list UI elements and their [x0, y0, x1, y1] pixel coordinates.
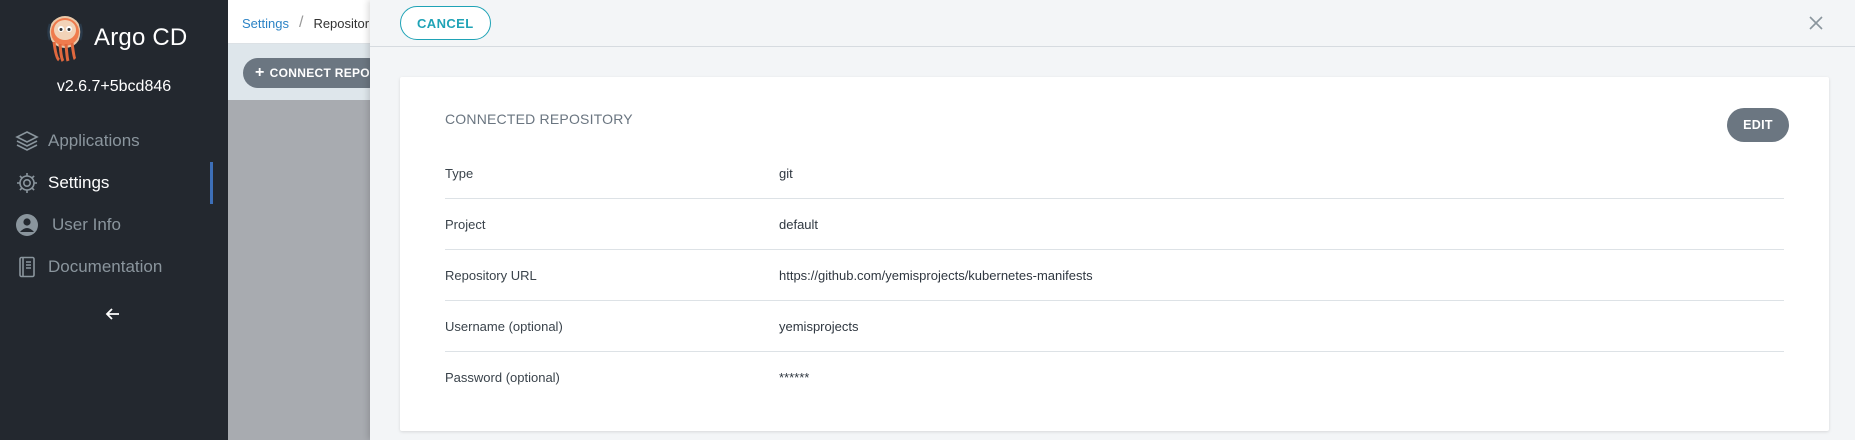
sidebar-item-label: Documentation	[48, 257, 163, 276]
sidebar-item-label: Settings	[48, 173, 110, 192]
connect-repo-button[interactable]: + CONNECT REPO	[243, 58, 384, 88]
field-value: yemisprojects	[779, 318, 859, 334]
breadcrumb-current: Repositor	[313, 15, 370, 31]
field-row-type: Type git	[445, 148, 1784, 199]
field-label: Password (optional)	[445, 370, 560, 385]
sidebar-item-settings[interactable]: Settings	[0, 162, 228, 204]
field-label: Project	[445, 216, 486, 232]
repository-fields: Type git Project default Repository URL …	[445, 148, 1784, 403]
cancel-button[interactable]: CANCEL	[400, 6, 491, 40]
connected-repository-card: CONNECTED REPOSITORY EDIT Type git Proje…	[400, 77, 1829, 431]
field-value: default	[779, 216, 819, 232]
plus-icon: +	[255, 64, 265, 81]
connect-repo-label: CONNECT REPO	[269, 66, 370, 80]
logo[interactable]: Argo CD	[44, 14, 187, 62]
breadcrumb-settings-link[interactable]: Settings	[242, 16, 289, 31]
edit-button[interactable]: EDIT	[1727, 108, 1789, 142]
app-version: v2.6.7+5bcd846	[56, 78, 172, 95]
book-icon	[14, 254, 40, 280]
breadcrumb: Settings / Repositor	[242, 14, 369, 32]
sidebar-nav: Applications Settings User Info Document…	[0, 120, 228, 288]
sidebar-item-label: User Info	[52, 215, 121, 234]
field-value: https://github.com/yemisprojects/kuberne…	[779, 267, 1093, 283]
card-title: CONNECTED REPOSITORY	[445, 111, 633, 127]
collapse-sidebar-button[interactable]	[100, 301, 126, 327]
field-row-project: Project default	[445, 199, 1784, 250]
app-name: Argo CD	[94, 24, 188, 51]
sidebar-item-user-info[interactable]: User Info	[0, 204, 228, 246]
argo-octopus-logo-icon	[47, 16, 83, 62]
sidebar-item-label: Applications	[48, 131, 140, 150]
gear-icon	[14, 170, 40, 196]
field-value: ******	[779, 370, 810, 385]
repository-details-panel: CANCEL CONNECTED REPOSITORY EDIT Type gi…	[370, 0, 1855, 440]
field-label: Username (optional)	[445, 318, 563, 334]
field-row-username: Username (optional) yemisprojects	[445, 301, 1784, 352]
field-label: Repository URL	[445, 267, 537, 283]
sidebar: Argo CD v2.6.7+5bcd846 Applications Sett…	[0, 0, 228, 440]
field-value: git	[779, 165, 793, 181]
field-row-password: Password (optional) ******	[445, 352, 1784, 403]
field-label: Type	[445, 165, 474, 181]
user-circle-icon	[14, 212, 40, 238]
field-row-repository-url: Repository URL https://github.com/yemisp…	[445, 250, 1784, 301]
arrow-left-icon	[105, 308, 119, 320]
close-icon[interactable]	[1805, 12, 1827, 34]
panel-header: CANCEL	[370, 0, 1855, 47]
sidebar-item-applications[interactable]: Applications	[0, 120, 228, 162]
breadcrumb-separator: /	[298, 14, 304, 31]
sidebar-item-documentation[interactable]: Documentation	[0, 246, 228, 288]
layers-icon	[14, 128, 40, 154]
